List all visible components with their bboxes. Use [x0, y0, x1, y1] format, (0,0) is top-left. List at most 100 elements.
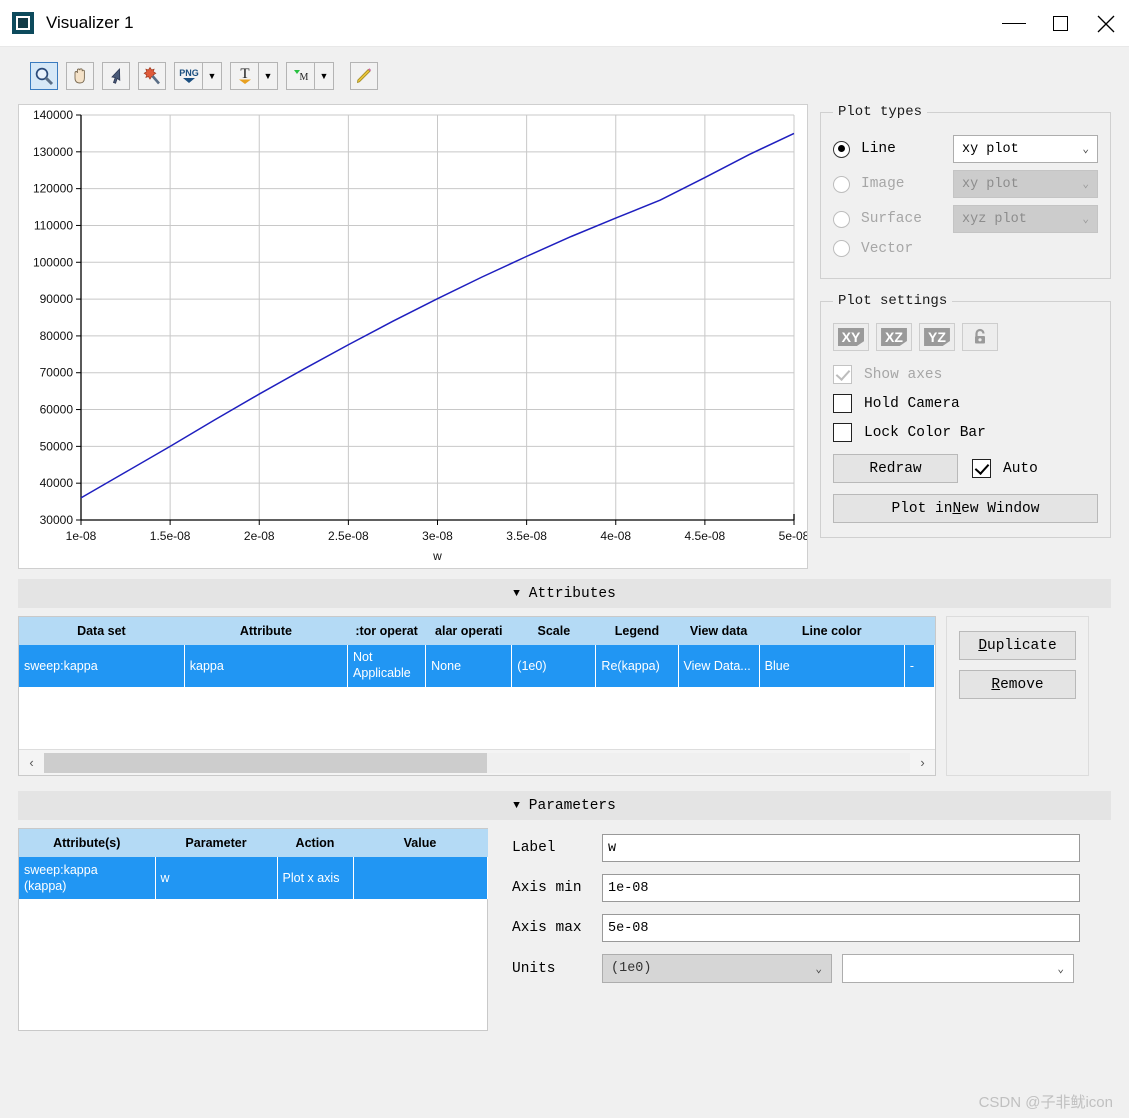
cell-attributes[interactable]: sweep:kappa (kappa): [19, 857, 156, 899]
checkbox-hold-camera[interactable]: [833, 394, 852, 413]
export-png-dropdown[interactable]: ▼: [202, 61, 222, 90]
parameters-table[interactable]: Attribute(s) Parameter Action Value swee…: [19, 829, 488, 899]
attributes-col-legend[interactable]: Legend: [595, 617, 679, 645]
axis-min-input[interactable]: 1e-08: [602, 874, 1080, 902]
attributes-col-view-data[interactable]: View data: [678, 617, 760, 645]
parameters-section-header[interactable]: ▼ Parameters: [18, 791, 1111, 820]
move-tool-button[interactable]: [138, 61, 166, 90]
export-png-button[interactable]: PNG: [174, 61, 202, 90]
view-xy-button[interactable]: XY: [833, 323, 869, 351]
cell-action[interactable]: Plot x axis: [277, 857, 354, 899]
auto-row[interactable]: Auto: [972, 459, 1038, 478]
attributes-col-line-color[interactable]: Line color: [759, 617, 905, 645]
export-png-group[interactable]: PNG ▼: [174, 61, 222, 90]
lock-color-bar-row[interactable]: Lock Color Bar: [833, 423, 1098, 442]
table-row[interactable]: sweep:kappa kappa Not Applicable None (1…: [19, 645, 936, 687]
cell-legend[interactable]: Re(kappa): [595, 645, 679, 687]
radio-surface[interactable]: [833, 210, 850, 228]
scrollbar-thumb[interactable]: [44, 752, 487, 773]
cell-view-data[interactable]: View Data...: [678, 645, 760, 687]
text-tool-dropdown[interactable]: ▼: [258, 61, 278, 90]
show-axes-row[interactable]: Show axes: [833, 365, 1098, 384]
svg-text:4e-08: 4e-08: [600, 529, 631, 543]
view-xz-button[interactable]: XZ: [876, 323, 912, 351]
cell-parameter[interactable]: w: [155, 857, 278, 899]
attributes-col-extra[interactable]: [904, 617, 936, 645]
view-yz-button[interactable]: YZ: [919, 323, 955, 351]
scroll-right-arrow-icon[interactable]: ›: [910, 755, 935, 770]
parameters-col-value[interactable]: Value: [353, 829, 488, 857]
attributes-horizontal-scrollbar[interactable]: ‹ ›: [19, 749, 935, 775]
svg-text:90000: 90000: [40, 292, 74, 306]
marker-tool-group[interactable]: M ▼: [286, 61, 334, 90]
label-input[interactable]: w: [602, 834, 1080, 862]
radio-line[interactable]: [833, 140, 850, 158]
text-tool-button[interactable]: T: [230, 61, 258, 90]
attributes-section-header[interactable]: ▼ Attributes: [18, 579, 1111, 608]
checkbox-lock-color-bar[interactable]: [833, 423, 852, 442]
radio-image[interactable]: [833, 175, 850, 193]
pencil-tool-button[interactable]: [350, 61, 378, 90]
attributes-col-attribute[interactable]: Attribute: [184, 617, 349, 645]
remove-button[interactable]: Remove: [959, 670, 1076, 699]
scroll-left-arrow-icon[interactable]: ‹: [19, 755, 44, 770]
close-button[interactable]: [1083, 0, 1129, 47]
redraw-button[interactable]: Redraw: [833, 454, 958, 483]
cell-extra[interactable]: -: [904, 645, 936, 687]
plot-in-new-window-button[interactable]: Plot in New Window: [833, 494, 1098, 523]
attributes-col-scale[interactable]: Scale: [511, 617, 597, 645]
units-select[interactable]: (1e0) ⌄: [602, 954, 832, 983]
scrollbar-track[interactable]: [44, 752, 910, 773]
duplicate-button[interactable]: Duplicate: [959, 631, 1076, 660]
lock-view-button[interactable]: [962, 323, 998, 351]
attributes-buttons-panel: Duplicate Remove: [946, 616, 1089, 776]
cell-scale[interactable]: (1e0): [511, 645, 597, 687]
cell-line-color[interactable]: Blue: [759, 645, 905, 687]
table-row[interactable]: sweep:kappa (kappa) w Plot x axis: [19, 857, 488, 899]
units-secondary-select[interactable]: ⌄: [842, 954, 1074, 983]
chevron-down-icon: ▼: [319, 70, 329, 81]
plot-type-select-image-value: xy plot: [962, 176, 1019, 192]
axis-max-value: 5e-08: [608, 920, 649, 936]
svg-text:5e-08: 5e-08: [779, 529, 807, 543]
checkbox-auto[interactable]: [972, 459, 991, 478]
marker-tool-button[interactable]: M: [286, 61, 314, 90]
parameters-col-parameter[interactable]: Parameter: [155, 829, 278, 857]
plot-type-row-image[interactable]: Image xy plot ⌄: [833, 170, 1098, 198]
attributes-table-container: Data set Attribute :tor operat alar oper…: [18, 616, 936, 776]
maximize-button[interactable]: [1037, 0, 1083, 47]
svg-text:130000: 130000: [33, 145, 73, 159]
plot-canvas[interactable]: 30000 40000 50000 60000 70000 80000 90000 10000…: [18, 104, 808, 569]
select-tool-button[interactable]: [102, 61, 130, 90]
zoom-tool-button[interactable]: [30, 61, 58, 90]
marker-tool-dropdown[interactable]: ▼: [314, 61, 334, 90]
units-label: Units: [512, 960, 556, 977]
magnifier-icon: [35, 67, 54, 85]
attributes-table[interactable]: Data set Attribute :tor operat alar oper…: [19, 617, 936, 687]
plot-type-row-line[interactable]: Line xy plot ⌄: [833, 135, 1098, 163]
axis-max-input[interactable]: 5e-08: [602, 914, 1080, 942]
pan-tool-button[interactable]: [66, 61, 94, 90]
lock-color-bar-label: Lock Color Bar: [864, 424, 986, 441]
plot-type-row-surface[interactable]: Surface xyz plot ⌄: [833, 205, 1098, 233]
plot-type-select-line[interactable]: xy plot ⌄: [953, 135, 1098, 163]
attributes-col-data-set[interactable]: Data set: [19, 617, 185, 645]
cell-attribute[interactable]: kappa: [184, 645, 349, 687]
cell-scalar-operation[interactable]: None: [425, 645, 513, 687]
hold-camera-row[interactable]: Hold Camera: [833, 394, 1098, 413]
radio-vector[interactable]: [833, 240, 850, 257]
cell-value[interactable]: [353, 857, 488, 899]
attributes-col-vector-op[interactable]: :tor operat: [347, 617, 427, 645]
move-wand-icon: [143, 66, 160, 84]
attributes-col-scalar-op[interactable]: alar operati: [425, 617, 513, 645]
parameters-col-attributes[interactable]: Attribute(s): [19, 829, 156, 857]
minimize-button[interactable]: [991, 0, 1037, 47]
cell-data-set[interactable]: sweep:kappa: [19, 645, 185, 687]
plot-type-row-vector[interactable]: Vector: [833, 240, 1098, 257]
parameters-col-action[interactable]: Action: [277, 829, 354, 857]
cell-vector-operation[interactable]: Not Applicable: [347, 645, 427, 687]
cell-attributes-line1: sweep:kappa: [24, 862, 98, 877]
text-tool-group[interactable]: T ▼: [230, 61, 278, 90]
plot-types-legend: Plot types: [838, 104, 923, 120]
svg-text:3.5e-08: 3.5e-08: [506, 529, 547, 543]
